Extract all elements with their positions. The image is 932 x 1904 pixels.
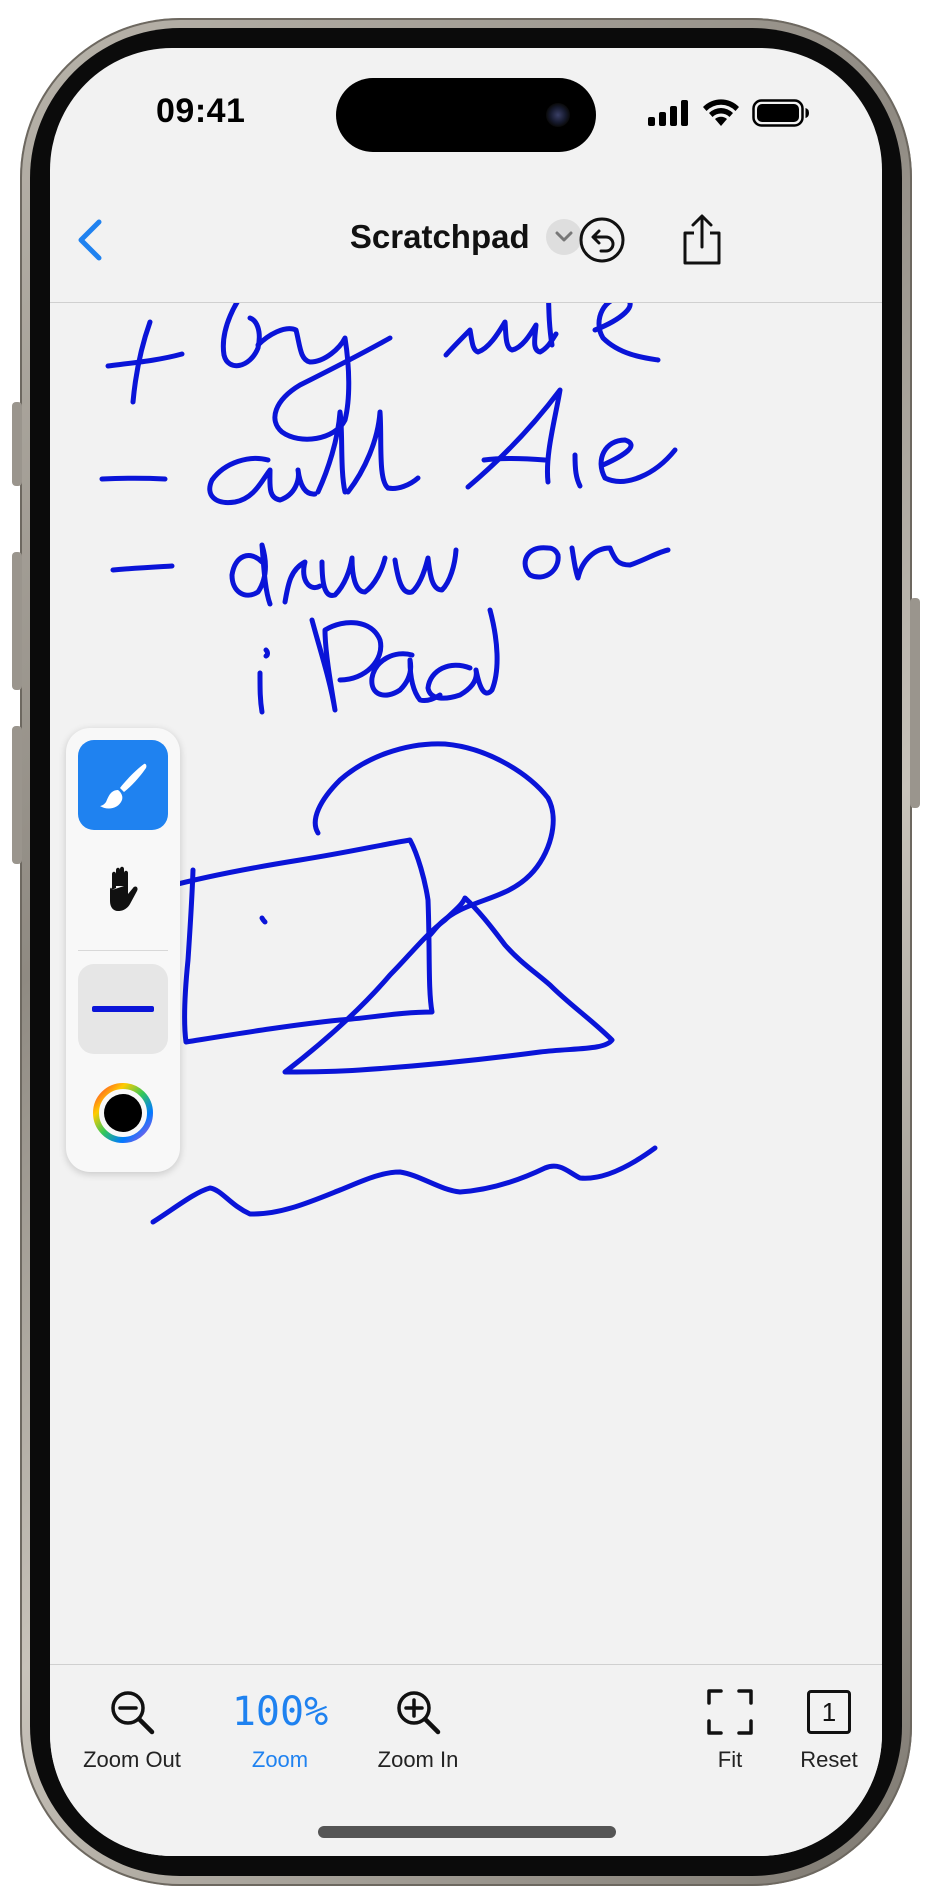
paintbrush-icon	[100, 763, 147, 809]
zoom-level-button[interactable]: 100% Zoom	[218, 1683, 342, 1773]
camera-icon	[546, 103, 570, 127]
reset-label: Reset	[800, 1747, 858, 1772]
stroke-width-button[interactable]	[78, 964, 168, 1054]
zoom-label: Zoom	[251, 1747, 309, 1772]
screen: 09:41 Scratchpad Zoom Out 100% Zoom Zoom…	[50, 48, 882, 1856]
ink-stroke	[282, 895, 615, 1075]
zoom-in-button[interactable]: Zoom In	[356, 1683, 480, 1773]
ink-stroke	[443, 319, 559, 358]
ink-stroke	[255, 326, 393, 442]
ink-stroke	[150, 1145, 658, 1225]
ink-stroke	[312, 741, 556, 938]
ink-stroke	[309, 617, 384, 713]
ink-stroke	[315, 409, 348, 495]
ink-stroke	[207, 455, 318, 506]
status-icons	[648, 98, 810, 128]
ink-stroke	[105, 351, 185, 369]
dynamic-island	[336, 78, 596, 152]
ink-stroke	[282, 559, 323, 605]
wifi-icon	[703, 99, 739, 126]
ink-stroke	[425, 607, 500, 701]
ink-stroke	[257, 670, 265, 715]
ink-stroke	[572, 452, 583, 489]
ink-stroke	[392, 547, 459, 595]
cellular-signal-icon	[648, 100, 688, 126]
power-button	[910, 598, 920, 808]
palette-divider	[78, 950, 168, 951]
brush-tool-button[interactable]	[78, 740, 168, 830]
title-area: Scratchpad	[50, 218, 882, 256]
ink-stroke	[569, 545, 671, 581]
tool-palette	[66, 728, 180, 1172]
color-picker-button[interactable]	[78, 1068, 168, 1158]
reset-icon-text: 1	[821, 1696, 837, 1727]
line-width-icon	[92, 1006, 154, 1012]
ink-stroke	[220, 303, 262, 369]
share-icon	[683, 214, 721, 265]
ink-stroke	[259, 915, 268, 925]
zoom-out-label: Zoom Out	[83, 1747, 181, 1772]
reset-button[interactable]: 1 Reset	[786, 1683, 872, 1773]
zoom-in-icon	[397, 1691, 441, 1735]
fit-to-screen-icon	[707, 1689, 753, 1735]
home-indicator[interactable]	[318, 1826, 616, 1838]
ink-stroke	[319, 555, 388, 598]
fit-label: Fit	[717, 1747, 743, 1772]
page-title[interactable]: Scratchpad	[350, 218, 530, 256]
volume-up-button	[12, 552, 22, 690]
ink-stroke	[110, 563, 175, 573]
color-wheel-icon	[93, 1083, 153, 1143]
undo-button[interactable]	[572, 210, 632, 270]
ink-stroke	[99, 475, 168, 482]
volume-down-button	[12, 726, 22, 864]
chevron-down-icon	[555, 231, 573, 242]
hand-tool-button[interactable]	[78, 844, 168, 934]
ink-stroke	[546, 303, 555, 348]
zoom-in-label: Zoom In	[377, 1747, 459, 1772]
navigation-bar: Scratchpad	[50, 178, 882, 303]
undo-icon	[579, 217, 625, 263]
share-button[interactable]	[672, 210, 732, 270]
ink-stroke	[465, 387, 563, 490]
hand-icon	[110, 866, 138, 911]
ink-stroke	[263, 647, 270, 659]
ink-stroke	[229, 542, 273, 607]
zoom-out-icon	[111, 1691, 155, 1735]
ink-stroke	[345, 409, 421, 495]
reset-actual-size-icon: 1	[807, 1690, 851, 1734]
ink-stroke	[598, 437, 678, 484]
fit-button[interactable]: Fit	[690, 1683, 770, 1773]
status-time: 09:41	[156, 92, 246, 130]
action-button	[12, 402, 22, 486]
ink-stroke	[592, 303, 661, 363]
ink-stroke	[163, 837, 435, 1045]
zoom-value: 100%	[231, 1689, 329, 1735]
battery-icon	[752, 99, 809, 127]
ink-stroke	[522, 545, 561, 580]
ink-stroke	[481, 456, 548, 463]
zoom-out-button[interactable]: Zoom Out	[70, 1683, 194, 1773]
